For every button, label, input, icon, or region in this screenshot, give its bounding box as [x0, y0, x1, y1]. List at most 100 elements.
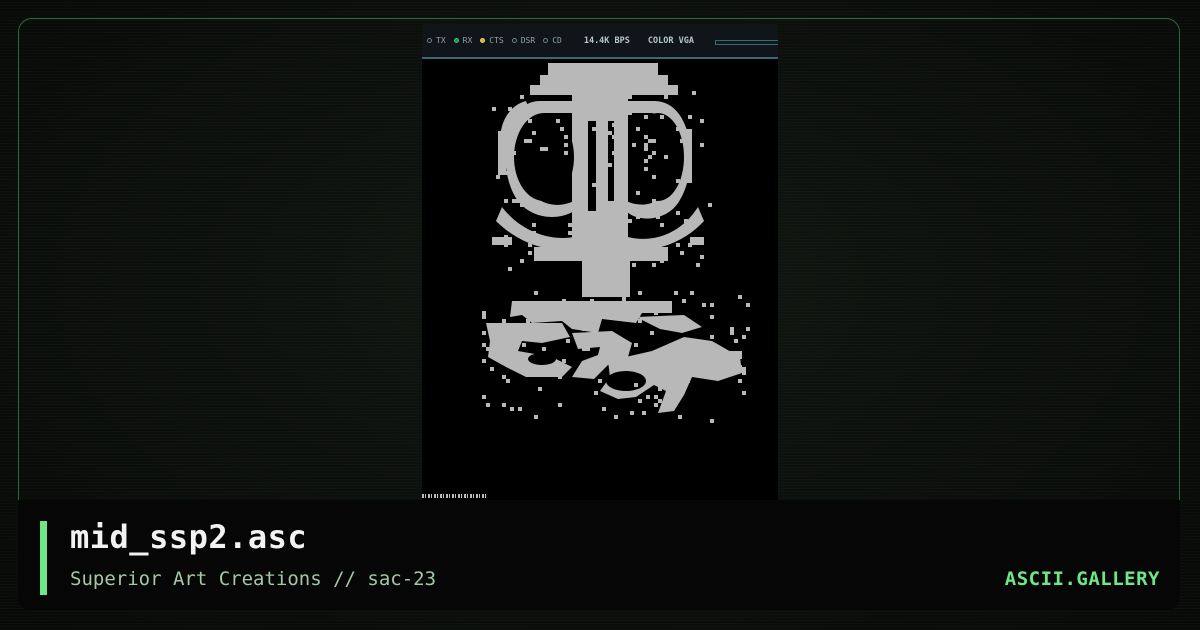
ascii-noise-block — [528, 243, 532, 247]
ascii-noise-block — [616, 187, 620, 191]
ascii-noise-block — [538, 331, 542, 335]
ascii-noise-block — [592, 127, 596, 131]
ascii-noise-block — [746, 327, 750, 331]
ascii-noise-block — [528, 251, 532, 255]
ascii-noise-block — [636, 127, 640, 131]
ascii-noise-block — [534, 415, 538, 419]
ascii-noise-block — [660, 259, 664, 263]
led-cd: CD — [543, 36, 562, 45]
ascii-noise-block — [658, 387, 662, 391]
led-cts: CTS — [480, 36, 504, 45]
ascii-noise-block — [640, 239, 644, 243]
ascii-noise-block — [674, 291, 678, 295]
led-indicator-icon — [480, 38, 486, 43]
ascii-noise-block — [572, 95, 576, 99]
ascii-noise-block — [550, 315, 554, 319]
ascii-noise-block — [678, 327, 682, 331]
ascii-noise-block — [588, 111, 592, 115]
ascii-noise-block — [688, 115, 692, 119]
ascii-noise-block — [658, 307, 662, 311]
ascii-noise-block — [652, 139, 656, 143]
ascii-noise-block — [600, 143, 604, 147]
ascii-noise-block — [492, 107, 496, 111]
ascii-noise-block — [486, 403, 490, 407]
ascii-noise-block — [630, 411, 634, 415]
ascii-noise-block — [616, 199, 620, 203]
ascii-noise-block — [644, 147, 648, 151]
art-credit: Superior Art Creations // sac-23 — [70, 568, 437, 590]
ascii-noise-block — [576, 203, 580, 207]
accent-bar — [40, 521, 47, 595]
ascii-noise-block — [734, 339, 738, 343]
ascii-noise-block — [624, 259, 628, 263]
ascii-noise-block — [608, 131, 612, 135]
ascii-noise-block — [700, 119, 704, 123]
ascii-noise-block — [508, 107, 512, 111]
ascii-noise-block — [592, 183, 596, 187]
ascii-noise-block — [628, 95, 632, 99]
led-rx: RX — [453, 36, 472, 45]
led-label: CTS — [489, 36, 504, 45]
ascii-noise-block — [532, 231, 536, 235]
ascii-noise-block — [734, 359, 738, 363]
ascii-noise-block — [670, 355, 674, 359]
ascii-noise-block — [742, 367, 746, 371]
ascii-noise-block — [576, 155, 580, 159]
ascii-noise-block — [512, 131, 516, 135]
ascii-noise-block — [578, 339, 582, 343]
ascii-noise-block — [508, 123, 512, 127]
ascii-noise-block — [606, 339, 610, 343]
ascii-noise-block — [518, 303, 522, 307]
ascii-noise-block — [500, 219, 504, 223]
ascii-noise-block — [742, 371, 746, 375]
ascii-noise-block — [568, 223, 572, 227]
ascii-noise-block — [596, 147, 600, 151]
ascii-noise-block — [564, 103, 568, 107]
ascii-noise-block — [632, 143, 636, 147]
led-label: CD — [552, 36, 562, 45]
ascii-noise-block — [600, 243, 604, 247]
ascii-noise-block — [652, 151, 656, 155]
ascii-noise-block — [634, 343, 638, 347]
ascii-art-blocks — [486, 63, 742, 413]
ascii-noise-block — [638, 291, 642, 295]
ascii-noise-block — [608, 163, 612, 167]
ascii-noise-block — [646, 363, 650, 367]
ascii-noise-block — [502, 339, 506, 343]
ascii-noise-block — [696, 263, 700, 267]
ascii-noise-block — [734, 367, 738, 371]
info-footer: mid_ssp2.asc Superior Art Creations // s… — [18, 500, 1180, 610]
ascii-noise-block — [596, 151, 600, 155]
ascii-noise-block — [708, 203, 712, 207]
ascii-noise-block — [572, 223, 576, 227]
ascii-noise-block — [594, 391, 598, 395]
ascii-noise-block — [652, 199, 656, 203]
ascii-noise-block — [622, 303, 626, 307]
ascii-noise-block — [614, 391, 618, 395]
ascii-noise-block — [700, 143, 704, 147]
ascii-noise-block — [656, 243, 660, 247]
ascii-noise-block — [612, 151, 616, 155]
ascii-noise-block — [538, 387, 542, 391]
ascii-noise-block — [576, 239, 580, 243]
ascii-noise-block — [682, 387, 686, 391]
ascii-noise-block — [690, 291, 694, 295]
ascii-noise-block — [622, 299, 626, 303]
ascii-noise-block — [572, 91, 576, 95]
ascii-noise-block — [516, 199, 520, 203]
ascii-noise-block — [642, 303, 646, 307]
ascii-noise-block — [548, 107, 552, 111]
ascii-noise-block — [542, 335, 546, 339]
ascii-noise-block — [482, 395, 486, 399]
ascii-noise-block — [738, 295, 742, 299]
ascii-noise-block — [742, 391, 746, 395]
ascii-noise-block — [504, 235, 508, 239]
site-brand-link[interactable]: ASCII.GALLERY — [1005, 568, 1160, 590]
ascii-noise-block — [546, 367, 550, 371]
ascii-noise-block — [680, 251, 684, 255]
ascii-noise-block — [550, 367, 554, 371]
ascii-noise-block — [482, 311, 486, 315]
ascii-noise-block — [598, 379, 602, 383]
ascii-noise-block — [582, 347, 586, 351]
ascii-noise-block — [552, 251, 556, 255]
